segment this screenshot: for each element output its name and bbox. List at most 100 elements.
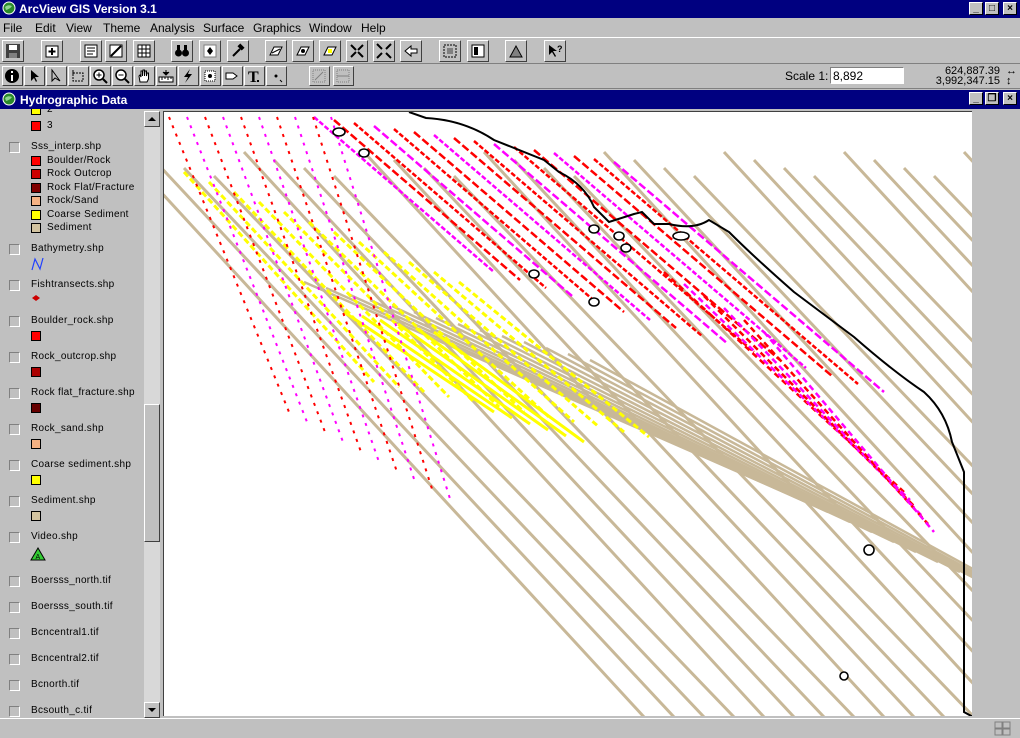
- toc-scroll-up-button[interactable]: [144, 111, 160, 127]
- legend-swatch-3: [31, 121, 41, 131]
- hotlink-tool[interactable]: [178, 66, 199, 86]
- clear-selection-button[interactable]: [467, 40, 489, 62]
- zoom-out-tool[interactable]: [112, 66, 133, 86]
- tool-bar: T Scale 1: 8,892 624,887.39 3,992,347.15: [0, 64, 1020, 89]
- theme-name-bcnorth[interactable]: Bcnorth.tif: [31, 679, 79, 690]
- theme-checkbox-coarse-sediment[interactable]: [9, 460, 20, 471]
- select-features-button[interactable]: [439, 40, 461, 62]
- theme-name-rock-outcrop[interactable]: Rock_outcrop.shp: [31, 351, 116, 362]
- menu-graphics[interactable]: Graphics: [253, 21, 301, 35]
- theme-checkbox-sediment[interactable]: [9, 496, 20, 507]
- theme-name-rock-sand[interactable]: Rock_sand.shp: [31, 423, 104, 434]
- theme-checkbox-video[interactable]: [9, 532, 20, 543]
- theme-name-boersss-south[interactable]: Boersss_south.tif: [31, 601, 113, 612]
- zoom-in-button[interactable]: [346, 40, 368, 62]
- theme-name-sss-interp[interactable]: Sss_interp.shp: [31, 141, 101, 152]
- theme-checkbox-bcncentral2[interactable]: [9, 654, 20, 665]
- theme-name-bcncentral1[interactable]: Bcncentral1.tif: [31, 627, 99, 638]
- zoom-to-selected-button[interactable]: [319, 40, 341, 62]
- zoom-out-magnifier-icon: [115, 69, 130, 84]
- theme-checkbox-bathymetry[interactable]: [9, 244, 20, 255]
- theme-name-video[interactable]: Video.shp: [31, 531, 78, 542]
- draw-point-tool[interactable]: [266, 66, 287, 86]
- class-swatch-sediment: [31, 223, 41, 233]
- select-feature-tool[interactable]: [68, 66, 89, 86]
- menu-window[interactable]: Window: [309, 21, 352, 35]
- snap-tool[interactable]: [309, 66, 330, 86]
- create-chart-button[interactable]: [505, 40, 527, 62]
- help-button[interactable]: ?: [544, 40, 566, 62]
- boulder-rock-swatch: [31, 331, 41, 341]
- zoom-to-active-themes-button[interactable]: [292, 40, 314, 62]
- pan-tool[interactable]: [134, 66, 155, 86]
- query-builder-button[interactable]: [227, 40, 249, 62]
- zoom-out-button[interactable]: [373, 40, 395, 62]
- menu-surface[interactable]: Surface: [203, 21, 244, 35]
- theme-name-boersss-north[interactable]: Boersss_north.tif: [31, 575, 111, 586]
- zoom-out-arrows-icon: [376, 43, 392, 59]
- view-close-button[interactable]: ×: [1003, 92, 1017, 105]
- menu-view[interactable]: View: [66, 21, 92, 35]
- theme-name-fishtransects[interactable]: Fishtransects.shp: [31, 279, 114, 290]
- scale-input[interactable]: 8,892: [830, 67, 904, 84]
- open-table-button[interactable]: [133, 40, 155, 62]
- theme-checkbox-sss-interp[interactable]: [9, 142, 20, 153]
- theme-checkbox-rock-outcrop[interactable]: [9, 352, 20, 363]
- theme-checkbox-bcsouth-c[interactable]: [9, 706, 20, 717]
- text-tool[interactable]: T: [244, 66, 265, 86]
- theme-name-coarse-sediment[interactable]: Coarse sediment.shp: [31, 459, 131, 470]
- theme-checkbox-bcnorth[interactable]: [9, 680, 20, 691]
- map-canvas[interactable]: [164, 112, 972, 716]
- select-grid-icon: [443, 44, 457, 58]
- zoom-in-tool[interactable]: [90, 66, 111, 86]
- pointer-tool[interactable]: [24, 66, 45, 86]
- area-of-interest-tool[interactable]: [200, 66, 221, 86]
- split-tool[interactable]: [333, 66, 354, 86]
- theme-checkbox-bcncentral1[interactable]: [9, 628, 20, 639]
- identify-tool[interactable]: [2, 66, 23, 86]
- save-project-button[interactable]: [2, 40, 24, 62]
- menu-analysis[interactable]: Analysis: [150, 21, 195, 35]
- label-tool[interactable]: [222, 66, 243, 86]
- theme-checkbox-boersss-south[interactable]: [9, 602, 20, 613]
- minimize-button[interactable]: _: [969, 2, 983, 15]
- maximize-button[interactable]: □: [985, 2, 999, 15]
- menu-help[interactable]: Help: [361, 21, 386, 35]
- menu-file[interactable]: File: [3, 21, 22, 35]
- theme-name-bcncentral2[interactable]: Bcncentral2.tif: [31, 653, 99, 664]
- zoom-previous-button[interactable]: [400, 40, 422, 62]
- vertex-edit-tool[interactable]: [46, 66, 67, 86]
- zoom-to-full-extent-button[interactable]: [265, 40, 287, 62]
- menu-bar: File Edit View Theme Analysis Surface Gr…: [0, 18, 1020, 37]
- toc-scrollbar[interactable]: [144, 111, 160, 718]
- map-display[interactable]: [163, 111, 972, 716]
- theme-checkbox-fishtransects[interactable]: [9, 280, 20, 291]
- view-minimize-button[interactable]: _: [969, 92, 983, 105]
- toc-scroll-thumb[interactable]: [144, 404, 160, 542]
- theme-checkbox-boersss-north[interactable]: [9, 576, 20, 587]
- theme-name-bcsouth-c[interactable]: Bcsouth_c.tif: [31, 705, 92, 716]
- close-button[interactable]: ×: [1003, 2, 1017, 15]
- theme-checkbox-rock-sand[interactable]: [9, 424, 20, 435]
- edit-legend-button[interactable]: [105, 40, 127, 62]
- theme-name-bathymetry[interactable]: Bathymetry.shp: [31, 243, 104, 254]
- theme-name-rock-flat-fracture[interactable]: Rock flat_fracture.shp: [31, 387, 135, 398]
- theme-name-boulder-rock[interactable]: Boulder_rock.shp: [31, 315, 114, 326]
- resize-grip-icon[interactable]: [994, 720, 1012, 736]
- view-restore-button[interactable]: ❐: [985, 92, 999, 105]
- arcview-globe-icon: [2, 1, 16, 15]
- theme-name-sediment[interactable]: Sediment.shp: [31, 495, 96, 506]
- toc-scroll-down-button[interactable]: [144, 702, 160, 718]
- theme-checkbox-rock-flat-fracture[interactable]: [9, 388, 20, 399]
- theme-properties-button[interactable]: [80, 40, 102, 62]
- menu-theme[interactable]: Theme: [103, 21, 140, 35]
- theme-checkbox-boulder-rock[interactable]: [9, 316, 20, 327]
- table-of-contents[interactable]: 2 3 Sss_interp.shp Boulder/Rock Rock Out…: [0, 109, 143, 718]
- menu-edit[interactable]: Edit: [35, 21, 56, 35]
- island-outline: [588, 297, 600, 307]
- class-label-rock-flat-fracture: Rock Flat/Fracture: [47, 182, 135, 193]
- locate-address-button[interactable]: [199, 40, 221, 62]
- find-button[interactable]: [171, 40, 193, 62]
- measure-tool[interactable]: [156, 66, 177, 86]
- add-theme-button[interactable]: [41, 40, 63, 62]
